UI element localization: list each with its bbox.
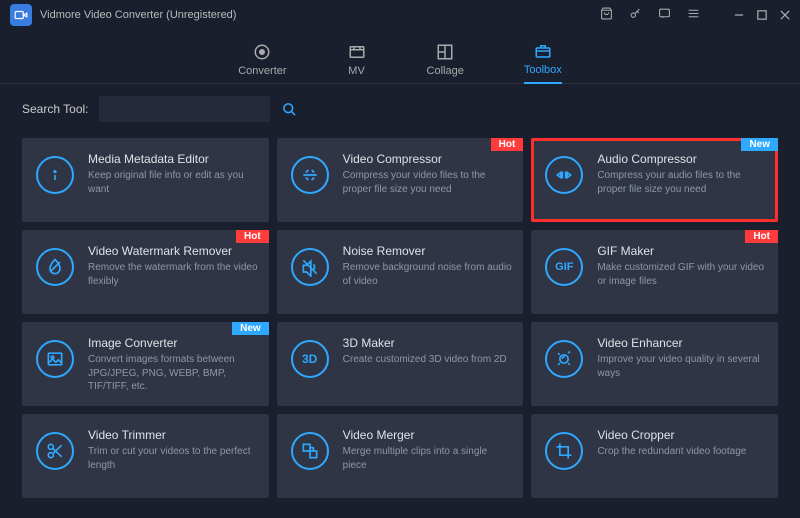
app-logo-icon <box>10 4 32 26</box>
tool-title: Video Compressor <box>343 152 514 166</box>
tool-title: Video Merger <box>343 428 514 442</box>
tab-label: Toolbox <box>524 64 562 76</box>
tool-noise-remover[interactable]: Noise Remover Remove background noise fr… <box>277 230 524 314</box>
feedback-icon[interactable] <box>658 7 671 23</box>
info-icon <box>36 156 74 194</box>
hot-badge: Hot <box>745 230 778 243</box>
cart-icon[interactable] <box>600 7 613 23</box>
search-icon[interactable] <box>280 96 300 122</box>
gif-icon: GIF <box>545 248 583 286</box>
tool-title: Video Cropper <box>597 428 768 442</box>
tools-grid: Media Metadata Editor Keep original file… <box>0 122 800 514</box>
tool-title: 3D Maker <box>343 336 514 350</box>
tool-video-enhancer[interactable]: Video Enhancer Improve your video qualit… <box>531 322 778 406</box>
tab-label: Collage <box>427 65 464 77</box>
app-title: Vidmore Video Converter (Unregistered) <box>40 9 600 21</box>
tool-desc: Create customized 3D video from 2D <box>343 353 514 367</box>
search-label: Search Tool: <box>22 102 89 116</box>
tool-desc: Trim or cut your videos to the perfect l… <box>88 445 259 472</box>
watermark-icon <box>36 248 74 286</box>
audio-compress-icon <box>545 156 583 194</box>
tool-title: Image Converter <box>88 336 259 350</box>
tab-label: Converter <box>238 65 286 77</box>
tool-title: Audio Compressor <box>597 152 768 166</box>
tool-desc: Compress your video files to the proper … <box>343 169 514 196</box>
tool-video-merger[interactable]: Video Merger Merge multiple clips into a… <box>277 414 524 498</box>
tool-watermark-remover[interactable]: Hot Video Watermark Remover Remove the w… <box>22 230 269 314</box>
tab-label: MV <box>348 65 365 77</box>
noise-icon <box>291 248 329 286</box>
tool-title: Video Watermark Remover <box>88 244 259 258</box>
tool-desc: Make customized GIF with your video or i… <box>597 261 768 288</box>
three-d-icon: 3D <box>291 340 329 378</box>
tool-title: Video Trimmer <box>88 428 259 442</box>
new-badge: New <box>232 322 269 335</box>
tool-desc: Convert images formats between JPG/JPEG,… <box>88 353 259 394</box>
titlebar: Vidmore Video Converter (Unregistered) <box>0 0 800 30</box>
close-icon[interactable] <box>780 8 790 23</box>
tool-desc: Improve your video quality in several wa… <box>597 353 768 380</box>
tool-title: Noise Remover <box>343 244 514 258</box>
scissors-icon <box>36 432 74 470</box>
hot-badge: Hot <box>236 230 269 243</box>
merge-icon <box>291 432 329 470</box>
tool-gif-maker[interactable]: Hot GIF GIF Maker Make customized GIF wi… <box>531 230 778 314</box>
tool-title: GIF Maker <box>597 244 768 258</box>
crop-icon <box>545 432 583 470</box>
tool-video-trimmer[interactable]: Video Trimmer Trim or cut your videos to… <box>22 414 269 498</box>
new-badge: New <box>741 138 778 151</box>
menu-icon[interactable] <box>687 7 700 23</box>
top-nav: Converter MV Collage Toolbox <box>0 30 800 84</box>
search-bar: Search Tool: <box>0 84 800 122</box>
tool-image-converter[interactable]: New Image Converter Convert images forma… <box>22 322 269 406</box>
image-icon <box>36 340 74 378</box>
hot-badge: Hot <box>491 138 524 151</box>
minimize-icon[interactable] <box>734 8 744 23</box>
tool-title: Media Metadata Editor <box>88 152 259 166</box>
tool-video-cropper[interactable]: Video Cropper Crop the redundant video f… <box>531 414 778 498</box>
tool-desc: Compress your audio files to the proper … <box>597 169 768 196</box>
tool-desc: Keep original file info or edit as you w… <box>88 169 259 196</box>
search-input[interactable] <box>99 96 270 122</box>
tool-3d-maker[interactable]: 3D 3D Maker Create customized 3D video f… <box>277 322 524 406</box>
tool-desc: Remove background noise from audio of vi… <box>343 261 514 288</box>
maximize-icon[interactable] <box>757 8 767 23</box>
tab-toolbox[interactable]: Toolbox <box>524 42 562 84</box>
tab-collage[interactable]: Collage <box>427 43 464 83</box>
key-icon[interactable] <box>629 7 642 23</box>
tool-media-metadata[interactable]: Media Metadata Editor Keep original file… <box>22 138 269 222</box>
enhancer-icon <box>545 340 583 378</box>
tool-desc: Crop the redundant video footage <box>597 445 768 459</box>
tab-converter[interactable]: Converter <box>238 43 286 83</box>
tool-audio-compressor[interactable]: New Audio Compressor Compress your audio… <box>531 138 778 222</box>
tool-desc: Remove the watermark from the video flex… <box>88 261 259 288</box>
tool-desc: Merge multiple clips into a single piece <box>343 445 514 472</box>
tab-mv[interactable]: MV <box>347 43 367 83</box>
tool-title: Video Enhancer <box>597 336 768 350</box>
titlebar-actions <box>600 7 790 23</box>
tool-video-compressor[interactable]: Hot Video Compressor Compress your video… <box>277 138 524 222</box>
compress-icon <box>291 156 329 194</box>
